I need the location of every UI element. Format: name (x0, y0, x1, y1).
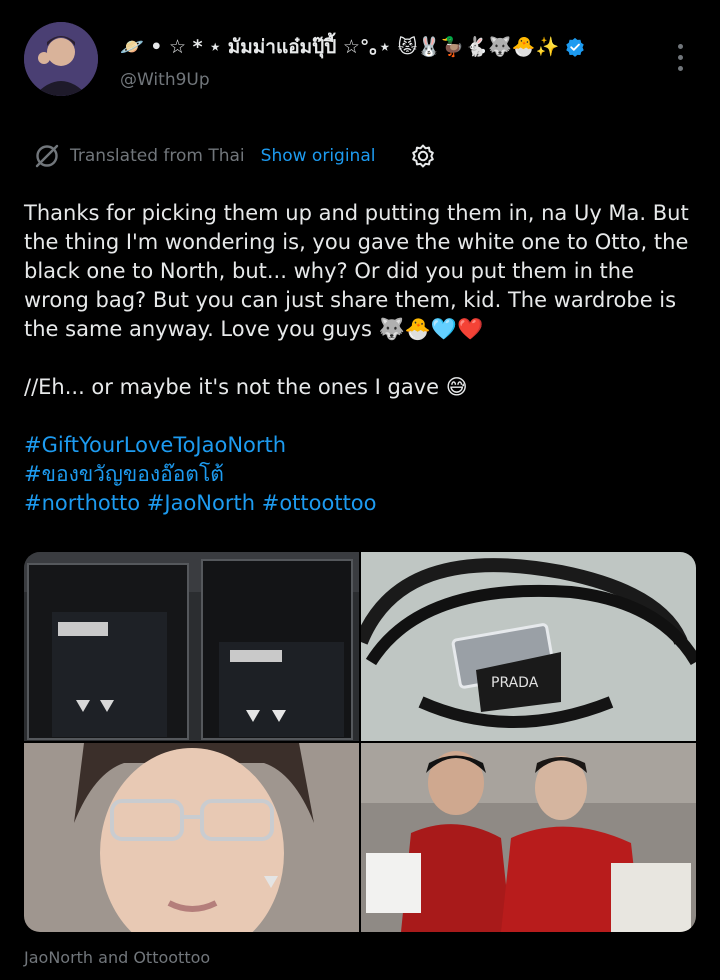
tweet-paragraph: //Eh... or maybe it's not the ones I gav… (24, 375, 468, 399)
translate-icon (35, 144, 59, 168)
more-options-icon[interactable] (668, 38, 692, 82)
svg-text:PRADA: PRADA (491, 675, 539, 691)
hashtag-link[interactable]: #ของขวัญของอ๊อตโต้ (24, 462, 224, 486)
display-name-text: 🪐 • ☆ * ⋆ มัมม่าแอ๋มปุ๊ปี้ ☆°｡⋆ 😾🐰🦆🐇🐺🐣✨ (120, 36, 560, 58)
media-photo-portrait[interactable] (24, 743, 359, 932)
show-original-link[interactable]: Show original (261, 146, 376, 166)
tweet-text: Thanks for picking them up and putting t… (24, 199, 704, 518)
media-photo-earring-boxes[interactable] (24, 552, 359, 741)
display-name[interactable]: 🪐 • ☆ * ⋆ มัมม่าแอ๋มปุ๊ปี้ ☆°｡⋆ 😾🐰🦆🐇🐺🐣✨ (120, 32, 585, 62)
media-grid: PRADA (24, 552, 696, 932)
avatar[interactable] (24, 22, 98, 96)
hashtag-link[interactable]: #JaoNorth (147, 491, 255, 515)
hashtag-link[interactable]: #northotto (24, 491, 140, 515)
hashtag-link[interactable]: #GiftYourLoveToJaoNorth (24, 433, 286, 457)
verified-badge-icon (566, 37, 584, 57)
media-caption: JaoNorth and Ottoottoo (24, 948, 211, 967)
hashtag-link[interactable]: #ottoottoo (262, 491, 377, 515)
translation-bar: Translated from Thai Show original (34, 142, 437, 170)
media-photo-couple[interactable] (361, 743, 696, 932)
tweet-paragraph: Thanks for picking them up and putting t… (24, 201, 689, 341)
media-photo-bracelet[interactable]: PRADA (361, 552, 696, 741)
gear-icon[interactable] (409, 142, 437, 170)
translated-from-label: Translated from Thai (70, 146, 245, 166)
user-handle[interactable]: @With9Up (120, 70, 210, 90)
